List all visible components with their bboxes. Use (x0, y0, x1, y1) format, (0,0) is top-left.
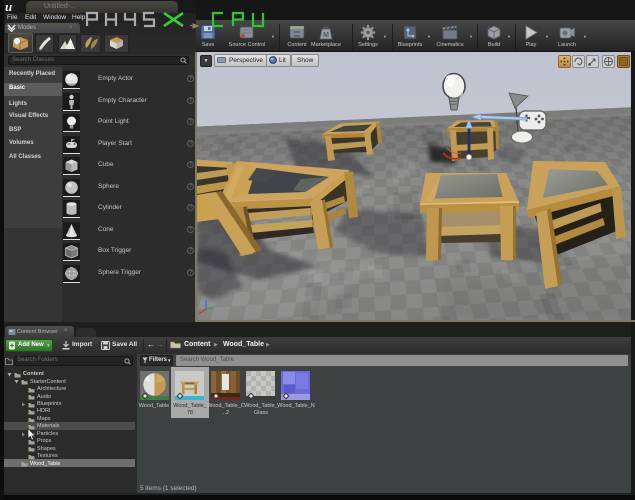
svg-text:M: M (323, 32, 329, 39)
svg-text:u: u (5, 0, 12, 13)
